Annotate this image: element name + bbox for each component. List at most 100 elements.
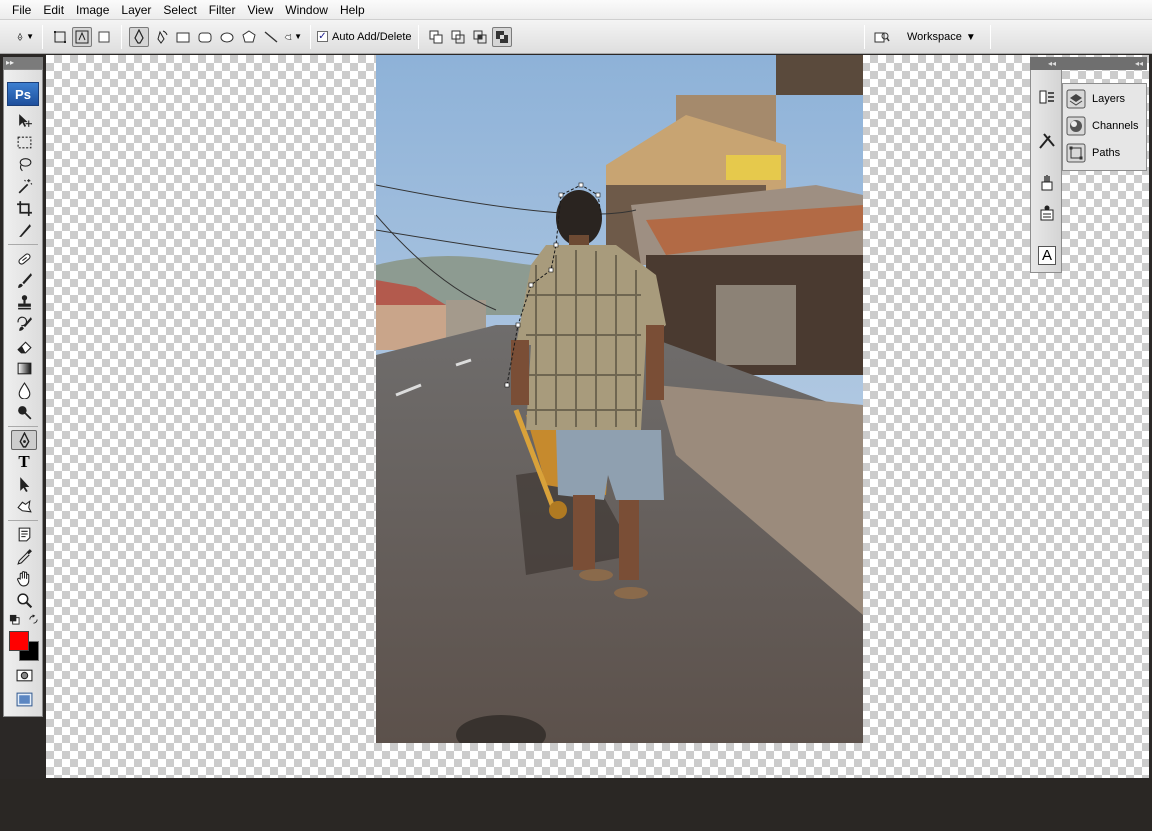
brush-tool[interactable] [11, 270, 37, 290]
paths-icon [1066, 143, 1086, 163]
dodge-tool[interactable] [11, 402, 37, 422]
blur-tool[interactable] [11, 380, 37, 400]
healing-brush-icon [17, 252, 31, 265]
crop-tool[interactable] [11, 198, 37, 218]
ellipse-icon [220, 32, 234, 42]
history-panel-button[interactable] [1035, 86, 1059, 108]
menu-view[interactable]: View [241, 0, 279, 20]
magic-wand-tool[interactable] [11, 176, 37, 196]
panel-list: Layers Channels Paths [1062, 83, 1147, 171]
panel-dock-header[interactable]: ◂◂ ◂◂ [1030, 57, 1147, 70]
exclude-overlapping-path-areas-button[interactable] [491, 26, 512, 47]
workspace-menu-button[interactable]: Workspace ▼ [907, 31, 976, 43]
subtract-from-path-area-button[interactable] [448, 27, 468, 47]
toolbox-separator [8, 426, 38, 427]
pen-icon [17, 32, 23, 40]
menu-image[interactable]: Image [70, 0, 115, 20]
fill-pixels-button[interactable] [94, 27, 114, 47]
type-tool[interactable]: T [11, 452, 37, 472]
screen-mode-button[interactable] [11, 689, 37, 709]
clone-stamp-tool[interactable] [11, 292, 37, 312]
swap-colors-button[interactable] [26, 612, 40, 626]
file-browser-button[interactable] [872, 27, 892, 47]
screen-mode-icon [16, 692, 32, 706]
auto-add-delete-option[interactable]: ✓ Auto Add/Delete [317, 31, 412, 43]
lasso-tool[interactable] [11, 154, 37, 174]
character-panel-button[interactable]: A [1035, 244, 1059, 266]
layers-panel-tab[interactable]: Layers [1063, 86, 1146, 112]
shape-layers-icon [54, 30, 66, 43]
shape-layers-button[interactable] [50, 27, 70, 47]
auto-add-delete-checkbox[interactable]: ✓ [317, 31, 328, 42]
slice-tool[interactable] [11, 220, 37, 240]
quick-mask-button[interactable] [11, 665, 37, 685]
custom-shape-icon [16, 499, 32, 512]
separator [417, 24, 419, 49]
swap-colors-icon [28, 614, 38, 624]
menu-layer[interactable]: Layer [115, 0, 157, 20]
brushes-panel-button[interactable] [1035, 172, 1059, 194]
pen-tool-button[interactable] [129, 26, 149, 47]
custom-shape-tool[interactable] [11, 496, 37, 516]
dodge-icon [17, 405, 31, 419]
move-tool[interactable] [11, 110, 37, 130]
menu-filter[interactable]: Filter [203, 0, 242, 20]
separator [989, 25, 991, 49]
zoom-tool[interactable] [11, 590, 37, 610]
photoshop-logo[interactable]: Ps [7, 82, 39, 106]
menu-help[interactable]: Help [334, 0, 371, 20]
paths-label: Paths [1092, 147, 1121, 159]
toolbox-header[interactable]: ▸▸ [3, 57, 43, 69]
path-selection-tool[interactable] [11, 474, 37, 494]
rounded-rectangle-tool-button[interactable] [195, 27, 215, 47]
menu-window[interactable]: Window [279, 0, 334, 20]
brush-icon [17, 272, 32, 288]
history-brush-tool[interactable] [11, 314, 37, 334]
options-bar: ▼ ▼ ✓ Auto Add/Delete Workspace ▼ [0, 20, 1152, 54]
tool-presets-panel-button[interactable] [1035, 130, 1059, 152]
hand-icon [16, 570, 29, 586]
crop-icon [16, 200, 32, 216]
history-brush-icon [17, 316, 32, 331]
menu-file[interactable]: File [6, 0, 37, 20]
default-colors-button[interactable] [7, 612, 21, 626]
add-to-path-area-button[interactable] [426, 27, 446, 47]
separator [310, 24, 311, 49]
pen-tool[interactable] [11, 430, 37, 450]
clone-source-icon [1040, 205, 1054, 221]
foreground-color-swatch[interactable] [9, 631, 29, 651]
canvas-photo[interactable] [376, 55, 863, 743]
marquee-tool[interactable] [11, 132, 37, 152]
chevron-down-icon: ▼ [965, 31, 976, 43]
eyedropper-tool[interactable] [11, 546, 37, 566]
line-tool-button[interactable] [261, 27, 281, 47]
healing-brush-tool[interactable] [11, 248, 37, 268]
ellipse-tool-button[interactable] [217, 27, 237, 47]
rectangle-tool-button[interactable] [173, 27, 193, 47]
paths-mode-button[interactable] [72, 26, 92, 47]
freeform-pen-button[interactable] [151, 27, 171, 47]
lasso-icon [19, 157, 31, 171]
collapse-arrows-icon: ◂◂ [1048, 59, 1057, 68]
paths-panel-tab[interactable]: Paths [1063, 140, 1146, 166]
menu-select[interactable]: Select [157, 0, 202, 20]
notes-tool[interactable] [11, 524, 37, 544]
pen-icon [18, 431, 30, 448]
polygon-tool-button[interactable] [239, 27, 259, 47]
channels-panel-tab[interactable]: Channels [1063, 113, 1146, 139]
gradient-tool[interactable] [11, 358, 37, 378]
tool-preset-picker[interactable]: ▼ [15, 27, 35, 47]
move-icon [18, 113, 32, 127]
toolbox-separator [8, 244, 38, 245]
toolbox: Ps T [3, 69, 43, 717]
eraser-tool[interactable] [11, 336, 37, 356]
hand-tool[interactable] [11, 568, 37, 588]
channels-icon [1066, 116, 1086, 136]
tool-presets-icon [1039, 133, 1055, 149]
custom-shape-tool-button[interactable]: ▼ [283, 27, 303, 47]
workspace-label: Workspace [907, 31, 962, 43]
menu-edit[interactable]: Edit [37, 0, 70, 20]
clone-source-panel-button[interactable] [1035, 202, 1059, 224]
gradient-icon [17, 362, 31, 374]
intersect-path-areas-button[interactable] [470, 27, 490, 47]
